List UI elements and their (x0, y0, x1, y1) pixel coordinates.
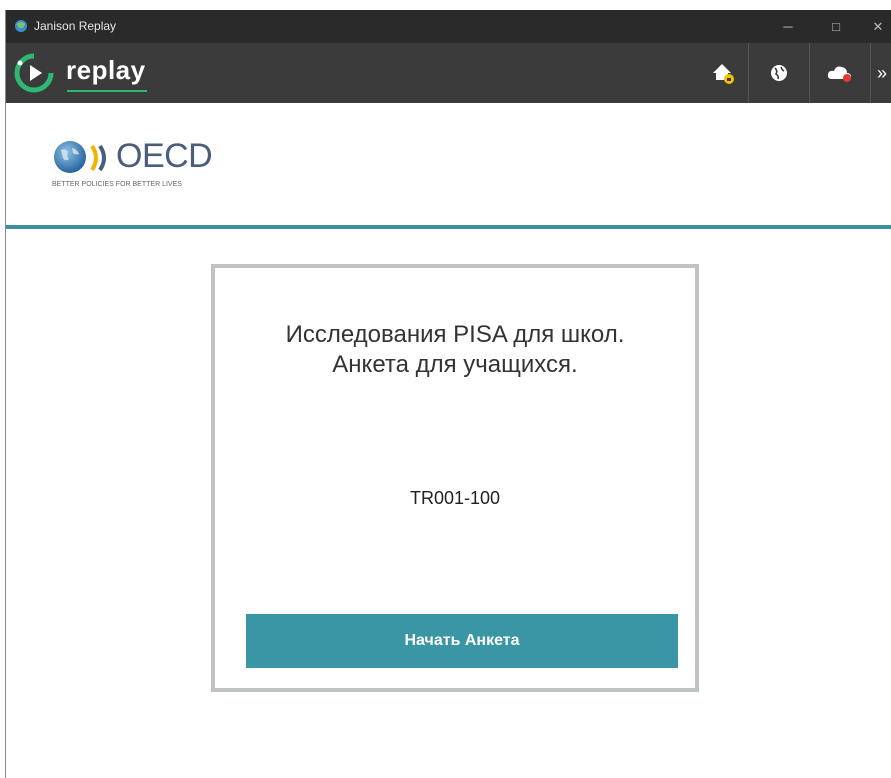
oecd-globe-icon (54, 141, 86, 173)
app-window: Janison Replay ─ □ ✕ replay » OECD BETTE… (5, 10, 891, 778)
replay-logo-icon (14, 53, 54, 93)
minimize-button[interactable]: ─ (766, 10, 810, 43)
home-button[interactable] (693, 43, 753, 103)
survey-title: Исследования PISA для школ. Анкета для у… (215, 320, 695, 380)
student-code: TR001-100 (409, 488, 501, 508)
window-title: Janison Replay (34, 19, 117, 33)
oecd-chevrons-icon (90, 144, 106, 172)
globe-icon (771, 65, 787, 81)
language-button[interactable] (748, 43, 809, 103)
close-button[interactable]: ✕ (856, 10, 891, 43)
cloud-icon (827, 66, 851, 82)
janison-app-icon (15, 20, 27, 32)
oecd-header: OECD BETTER POLICIES FOR BETTER LIVES (6, 103, 891, 223)
brand-name: replay (66, 55, 146, 85)
oecd-logo-text: OECD (116, 137, 213, 175)
app-header: replay » (6, 43, 891, 103)
home-icon (713, 64, 734, 84)
brand-underline (67, 90, 147, 92)
close-icon: ✕ (872, 18, 884, 34)
minimize-icon: ─ (783, 19, 793, 34)
header-divider (6, 225, 891, 229)
survey-title-line2: Анкета для учащихся. (332, 351, 578, 378)
start-survey-button[interactable]: Начать Анкета (246, 614, 678, 668)
maximize-button[interactable]: □ (814, 10, 858, 43)
title-bar: Janison Replay ─ □ ✕ (6, 10, 891, 43)
sync-button[interactable] (809, 43, 870, 103)
more-button[interactable]: » (870, 43, 891, 103)
survey-title-line1: Исследования PISA для школ. (285, 321, 625, 348)
double-chevron-right-icon: » (876, 62, 887, 83)
survey-card: Исследования PISA для школ. Анкета для у… (211, 264, 699, 692)
oecd-tagline: BETTER POLICIES FOR BETTER LIVES (52, 181, 182, 188)
maximize-icon: □ (832, 19, 840, 34)
